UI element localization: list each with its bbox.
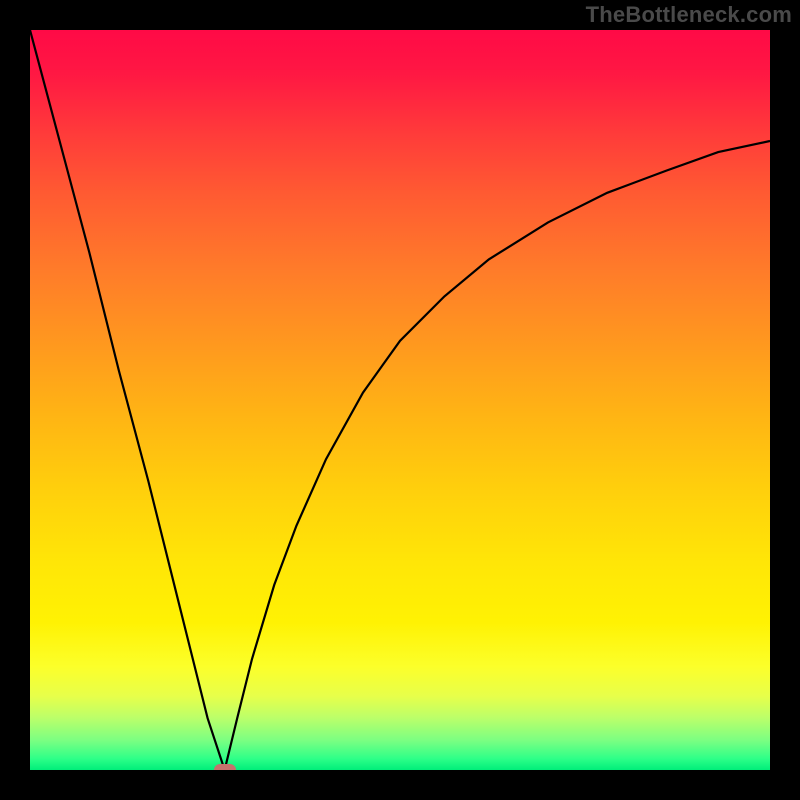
curve-right: [225, 141, 770, 770]
plot-area: [30, 30, 770, 770]
curve-svg: [30, 30, 770, 770]
chart-frame: TheBottleneck.com: [0, 0, 800, 800]
watermark-text: TheBottleneck.com: [586, 2, 792, 28]
bottleneck-marker: [214, 764, 236, 770]
curve-left: [30, 30, 225, 770]
